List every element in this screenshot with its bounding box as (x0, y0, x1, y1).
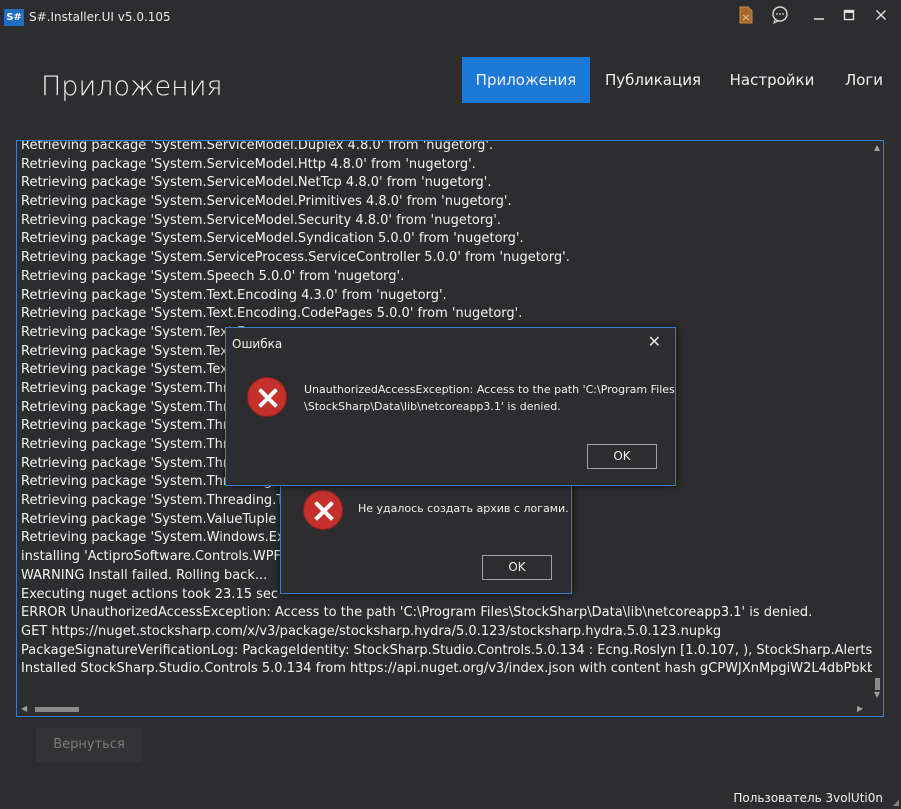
tab-logs[interactable]: Логи (836, 57, 892, 103)
log-line: Retrieving package 'System.ServiceModel.… (21, 156, 476, 172)
error-icon (303, 490, 343, 530)
scroll-left-icon[interactable]: ◀ (21, 704, 27, 713)
log-line: Retrieving package 'System.Text.Encoding… (21, 287, 447, 303)
log-line: Retrieving package 'System.ServiceModel.… (21, 194, 512, 210)
ok-button[interactable]: OK (587, 444, 657, 469)
document-icon[interactable] (736, 6, 756, 28)
log-line: Retrieving package 'System.Speech 5.0.0'… (21, 268, 405, 284)
log-line: Retrieving package 'System.ServiceModel.… (21, 212, 501, 228)
chat-icon[interactable] (769, 6, 791, 28)
log-line: Installed StockSharp.Studio.Controls 5.0… (21, 661, 873, 677)
tab-publication[interactable]: Публикация (597, 57, 709, 103)
archive-error-message: Не удалось создать архив с логами. (358, 502, 569, 515)
scroll-down-icon[interactable]: ▼ (874, 690, 880, 699)
title-bar: S# S#.Installer.UI v5.0.105 (0, 0, 901, 36)
log-line: PackageSignatureVerificationLog: Package… (21, 642, 873, 658)
error-dialog: Ошибка ✕ UnauthorizedAccessException: Ac… (225, 327, 676, 486)
close-icon[interactable] (866, 6, 896, 28)
error-message-line: \StockSharp\Data\lib\netcoreapp3.1' is d… (304, 400, 561, 413)
scroll-up-icon[interactable]: ▲ (874, 143, 880, 152)
dialog-title: Ошибка (232, 337, 283, 351)
error-message: UnauthorizedAccessException: Access to t… (304, 381, 675, 415)
app-icon: S# (4, 9, 24, 26)
scroll-thumb[interactable] (875, 678, 880, 690)
log-line: Retrieving package 'System.ServiceModel.… (21, 140, 494, 153)
close-icon[interactable]: ✕ (648, 332, 661, 351)
window-title: S#.Installer.UI v5.0.105 (29, 10, 171, 24)
log-line: Retrieving package 'System.ServiceProces… (21, 250, 570, 266)
scroll-right-icon[interactable]: ▶ (857, 704, 863, 713)
horizontal-scrollbar[interactable]: ◀ ▶ (17, 703, 883, 716)
ok-button[interactable]: OK (482, 555, 552, 580)
back-button[interactable]: Вернуться (36, 728, 142, 762)
log-line: ERROR UnauthorizedAccessException: Acces… (21, 605, 813, 621)
log-line: Retrieving package 'System.ServiceModel.… (21, 231, 524, 247)
error-icon (247, 377, 287, 417)
status-bar: Пользователь 3volUti0n ◢ (0, 786, 901, 809)
log-line: Retrieving package 'System.ServiceModel.… (21, 175, 492, 191)
resize-grip-icon[interactable]: ◢ (893, 798, 899, 807)
minimize-icon[interactable] (804, 6, 834, 28)
user-label: Пользователь 3volUti0n (733, 791, 883, 805)
maximize-icon[interactable] (834, 6, 864, 28)
tab-applications[interactable]: Приложения (462, 57, 590, 103)
hscroll-thumb[interactable] (35, 707, 79, 712)
tab-settings[interactable]: Настройки (721, 57, 823, 103)
vertical-scrollbar[interactable]: ▲ ▼ (872, 141, 883, 702)
log-line: GET https://nuget.stocksharp.com/x/v3/pa… (21, 623, 722, 639)
page-title: Приложения (41, 71, 223, 102)
log-line: Retrieving package 'System.Text.Encoding… (21, 306, 523, 322)
archive-error-dialog: Не удалось создать архив с логами. OK (280, 478, 572, 594)
error-message-line: UnauthorizedAccessException: Access to t… (304, 383, 675, 396)
